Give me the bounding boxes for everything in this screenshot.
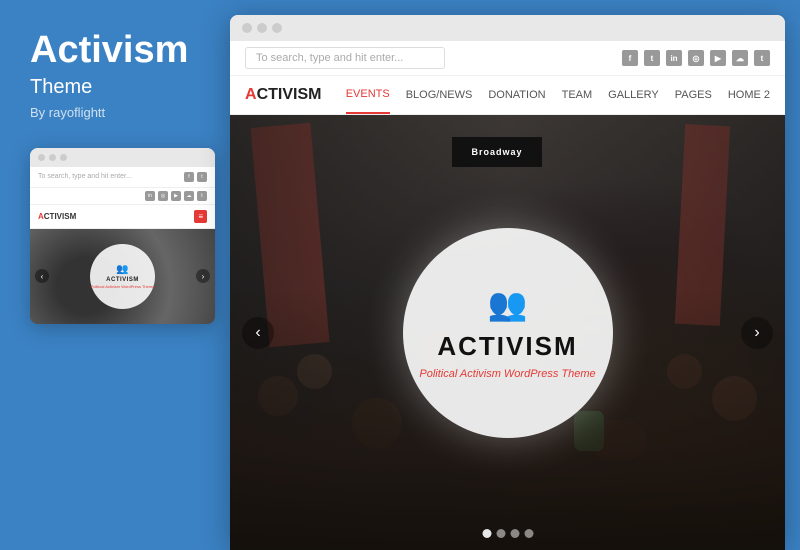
mini-hamburger-icon: ≡ — [194, 210, 207, 223]
browser-dot-3 — [272, 23, 282, 33]
hero-circle: 👥 ACTIVISM Political Activism WordPress … — [403, 228, 613, 438]
site-nav: ACTIVISM EVENTS BLOG/NEWS DONATION TEAM … — [230, 76, 785, 114]
nav-home2[interactable]: HOME 2 — [728, 77, 770, 113]
hero-title: ACTIVISM — [437, 331, 577, 362]
mini-social-row2: in ◎ ▶ ☁ t — [30, 188, 215, 205]
mini-nav: ACTIVISM ≡ — [30, 205, 215, 229]
nav-donation[interactable]: DONATION — [488, 77, 545, 113]
mini-hero: 👥 ACTIVISM Political Activism WordPress … — [30, 229, 215, 324]
browser-dot-2 — [257, 23, 267, 33]
theme-title: Activism — [30, 30, 210, 72]
mini-site-logo: ACTIVISM — [38, 212, 76, 221]
mini-search-placeholder: To search, type and hit enter... — [38, 173, 184, 180]
browser-bar — [230, 15, 785, 41]
mini-youtube-icon: ▶ — [171, 191, 181, 201]
hero-dot-4[interactable] — [524, 529, 533, 538]
mini-twitter-icon: t — [197, 172, 207, 182]
site-header: To search, type and hit enter... f t in … — [230, 41, 785, 115]
mini-hero-circle: 👥 ACTIVISM Political Activism WordPress … — [90, 244, 155, 309]
hero-dot-1[interactable] — [482, 529, 491, 538]
tumblr-icon[interactable]: t — [754, 50, 770, 66]
mini-tumblr-icon: t — [197, 191, 207, 201]
site-hero: Broadway 👥 ACTIVISM Political Activism W… — [230, 115, 785, 550]
nav-blog-news[interactable]: BLOG/NEWS — [406, 77, 473, 113]
hero-people-icon: 👥 — [488, 285, 528, 323]
hero-pagination — [482, 529, 533, 538]
mini-search-bar: To search, type and hit enter... f t — [30, 167, 215, 188]
logo-accent: A — [245, 86, 257, 103]
mini-dot-3 — [60, 154, 67, 161]
hero-next-button[interactable]: › — [741, 317, 773, 349]
linkedin-icon[interactable]: in — [666, 50, 682, 66]
mini-browser-content: To search, type and hit enter... f t in … — [30, 167, 215, 324]
mini-browser-preview: To search, type and hit enter... f t in … — [30, 148, 215, 324]
mini-logo-accent: A — [38, 212, 44, 221]
mini-instagram-icon: ◎ — [158, 191, 168, 201]
hero-dot-3[interactable] — [510, 529, 519, 538]
site-social-icons: f t in ◎ ▶ ☁ t — [622, 50, 770, 66]
mini-facebook-icon: f — [184, 172, 194, 182]
browser-dot-1 — [242, 23, 252, 33]
left-panel: Activism Theme By rayoflightt To search,… — [0, 0, 230, 550]
browser-content: To search, type and hit enter... f t in … — [230, 41, 785, 550]
author-label: By rayoflightt — [30, 105, 210, 120]
youtube-icon[interactable]: ▶ — [710, 50, 726, 66]
main-browser: To search, type and hit enter... f t in … — [230, 15, 785, 550]
mini-browser-bar — [30, 148, 215, 167]
site-search-field[interactable]: To search, type and hit enter... — [245, 47, 445, 69]
site-nav-links: EVENTS BLOG/NEWS DONATION TEAM GALLERY P… — [346, 76, 770, 114]
mini-hero-icon: 👥 — [116, 264, 128, 275]
nav-events[interactable]: EVENTS — [346, 76, 390, 114]
broadway-text: Broadway — [471, 147, 522, 157]
nav-team[interactable]: TEAM — [562, 77, 593, 113]
mini-dot-2 — [49, 154, 56, 161]
mini-skype-icon: ☁ — [184, 191, 194, 201]
instagram-icon[interactable]: ◎ — [688, 50, 704, 66]
hero-prev-button[interactable]: ‹ — [242, 317, 274, 349]
facebook-icon[interactable]: f — [622, 50, 638, 66]
mini-linkedin-icon: in — [145, 191, 155, 201]
site-logo: ACTIVISM — [245, 76, 321, 114]
mini-social-icons-row1: f t — [184, 172, 207, 182]
mini-dot-1 — [38, 154, 45, 161]
hero-dot-2[interactable] — [496, 529, 505, 538]
theme-subtitle: Theme — [30, 76, 210, 99]
site-top-bar: To search, type and hit enter... f t in … — [230, 41, 785, 76]
hero-subtitle: Political Activism WordPress Theme — [419, 368, 595, 380]
broadway-sign: Broadway — [452, 137, 542, 167]
twitter-icon[interactable]: t — [644, 50, 660, 66]
skype-icon[interactable]: ☁ — [732, 50, 748, 66]
nav-gallery[interactable]: GALLERY — [608, 77, 659, 113]
nav-pages[interactable]: PAGES — [675, 77, 712, 113]
mini-hero-subtitle: Political Activism WordPress Theme — [91, 284, 155, 289]
mini-hero-title: ACTIVISM — [106, 277, 139, 283]
